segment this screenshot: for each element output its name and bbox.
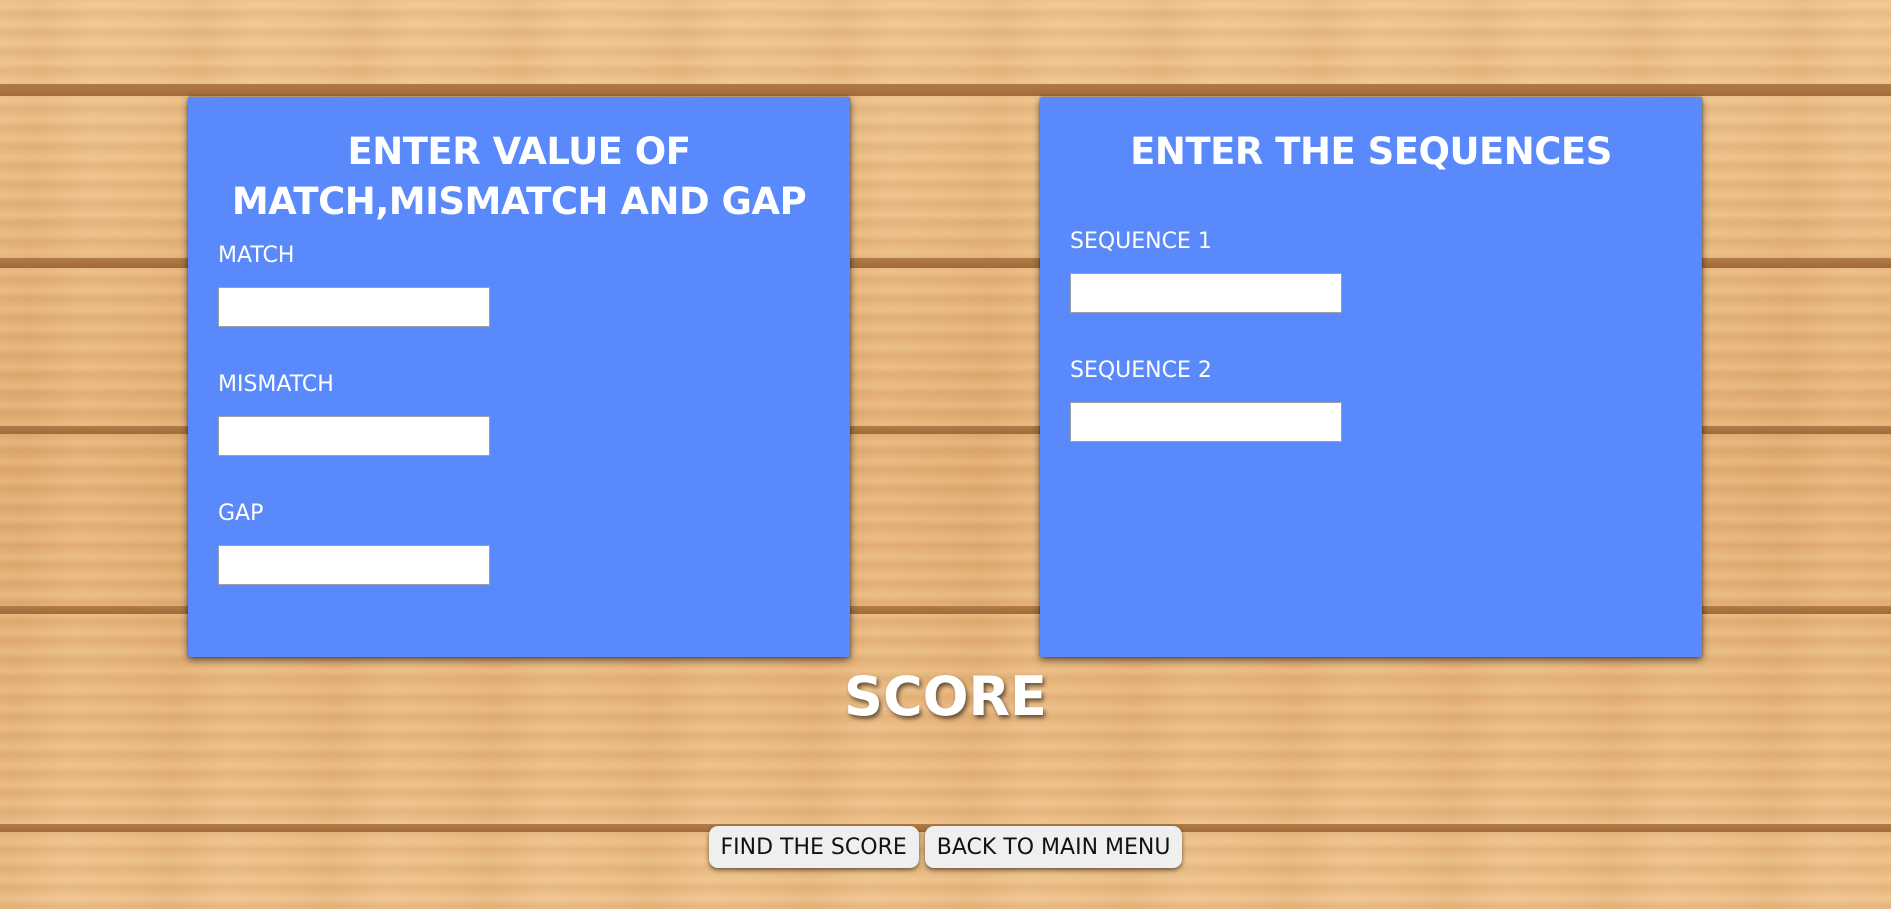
page: { "values_panel": { "title": "ENTER VALU… [0, 0, 1891, 909]
match-label: MATCH [218, 243, 295, 268]
gap-label: GAP [218, 501, 264, 526]
values-panel: ENTER VALUE OF MATCH,MISMATCH AND GAP MA… [188, 97, 850, 657]
action-buttons: FIND THE SCORE BACK TO MAIN MENU [0, 826, 1891, 868]
sequence-2-input[interactable] [1070, 402, 1342, 442]
mismatch-input[interactable] [218, 416, 490, 456]
back-to-main-menu-button[interactable]: BACK TO MAIN MENU [924, 826, 1183, 868]
sequence-2-label: SEQUENCE 2 [1070, 358, 1212, 383]
values-panel-title: ENTER VALUE OF MATCH,MISMATCH AND GAP [231, 130, 807, 223]
sequence-1-input[interactable] [1070, 273, 1342, 313]
score-heading: SCORE [844, 665, 1047, 728]
sequence-1-label: SEQUENCE 1 [1070, 229, 1212, 254]
gap-input[interactable] [218, 545, 490, 585]
sequences-panel-title: ENTER THE SEQUENCES [1130, 130, 1612, 173]
sequences-panel: ENTER THE SEQUENCES SEQUENCE 1 SEQUENCE … [1040, 97, 1702, 657]
mismatch-label: MISMATCH [218, 372, 334, 397]
find-score-button[interactable]: FIND THE SCORE [708, 826, 919, 868]
match-input[interactable] [218, 287, 490, 327]
